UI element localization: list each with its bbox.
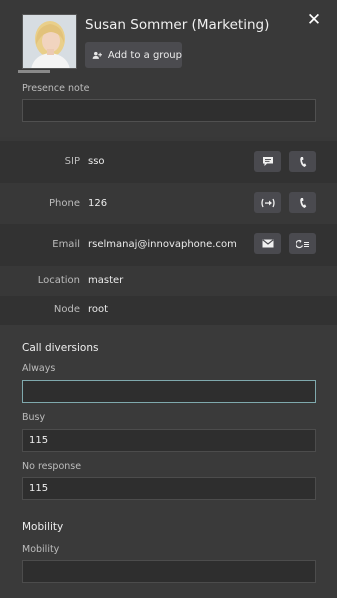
sip-value: sso [88, 156, 105, 167]
email-row: Email rselmanaj@innovaphone.com [0, 224, 337, 266]
mobility-input[interactable] [22, 560, 316, 583]
close-icon[interactable]: ✕ [306, 12, 322, 29]
phone-value: 126 [88, 198, 108, 209]
call-sip-button[interactable] [289, 151, 316, 172]
node-value: root [88, 304, 109, 315]
avatar [22, 14, 77, 69]
location-value: master [88, 275, 124, 286]
phone-icon [299, 197, 306, 208]
add-to-group-label: Add to a group [107, 49, 182, 61]
location-row: Location master [0, 266, 337, 296]
node-label: Node [53, 304, 80, 315]
phone-row: Phone 126 [0, 183, 337, 224]
send-mail-button[interactable] [254, 233, 281, 254]
sip-row: SIP sso [0, 141, 337, 183]
node-row: Node root [0, 296, 337, 325]
contact-name: Susan Sommer (Marketing) [85, 17, 270, 33]
contact-panel: Susan Sommer (Marketing) ✕ Add to a grou… [0, 0, 337, 598]
busy-label: Busy [22, 412, 46, 423]
email-value[interactable]: rselmanaj@innovaphone.com [88, 239, 237, 250]
contact-header: Susan Sommer (Marketing) ✕ Add to a grou… [0, 0, 337, 137]
mobility-title: Mobility [22, 521, 64, 533]
history-button[interactable] [289, 233, 316, 254]
chat-button[interactable] [254, 151, 281, 172]
sip-label: SIP [64, 156, 80, 167]
transfer-icon [260, 198, 275, 207]
transfer-button[interactable] [254, 192, 281, 213]
location-label: Location [37, 275, 80, 286]
busy-input[interactable] [22, 429, 316, 452]
call-diversions-section: Call diversions Always Busy No response … [0, 325, 337, 598]
presence-note-input[interactable] [22, 99, 316, 122]
history-icon [295, 239, 309, 248]
presence-note-label: Presence note [22, 83, 90, 94]
email-label: Email [52, 239, 80, 250]
presence-indicator [18, 70, 50, 73]
call-diversions-title: Call diversions [22, 342, 99, 354]
no-response-label: No response [22, 461, 82, 472]
phone-label: Phone [49, 198, 80, 209]
call-phone-button[interactable] [289, 192, 316, 213]
always-label: Always [22, 363, 56, 374]
no-response-input[interactable] [22, 477, 316, 500]
add-user-icon [92, 51, 102, 59]
chat-icon [262, 157, 273, 166]
add-to-group-button[interactable]: Add to a group [85, 42, 182, 68]
always-input[interactable] [22, 380, 316, 403]
mobility-label: Mobility [22, 544, 60, 555]
phone-icon [299, 156, 306, 167]
mail-icon [261, 239, 274, 248]
